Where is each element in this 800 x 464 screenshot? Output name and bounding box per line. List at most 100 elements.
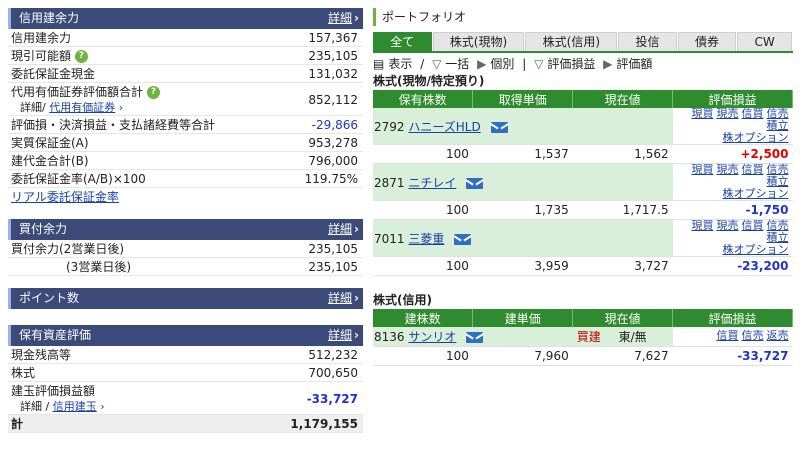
credit-row: 代用有価証券評価額合計? 詳細/ 代用有価証券 › 852,112 [8, 83, 363, 116]
assets-detail-link[interactable]: 詳細 › [328, 325, 359, 346]
credit-row: 現引可能額? 235,105 [8, 47, 363, 65]
credit-row: 評価損・決済損益・支払諸経費等合計 -29,866 [8, 116, 363, 134]
stock-name-link[interactable]: ニチレイ [408, 176, 456, 190]
action-link[interactable]: 返売 [767, 329, 789, 342]
buying-detail-link[interactable]: 詳細 › [328, 219, 359, 240]
col-header: 取得単価 [472, 90, 574, 108]
stock-name-link[interactable]: 三菱重 [408, 232, 444, 246]
col-header: 現在値 [572, 309, 674, 327]
display-label: 表示 [388, 57, 413, 71]
margin-section-title: 株式(信用) [373, 293, 432, 307]
action-link[interactable]: 信買 [742, 163, 764, 176]
substitute-securities-link[interactable]: 代用有価証券 [49, 101, 115, 114]
action-link[interactable]: 現買 [692, 163, 714, 176]
col-header: 建株数 [373, 309, 474, 327]
action-link[interactable]: 現買 [692, 107, 714, 120]
points-panel-title: ポイント数 [19, 291, 80, 305]
action-link[interactable]: 信買 [717, 329, 739, 342]
credit-row: 委託保証金率(A/B)×100 119.75% [8, 170, 363, 188]
credit-row: 建代金合計(B) 796,000 [8, 152, 363, 170]
position-side: 買建 [576, 329, 601, 344]
credit-row: 委託保証金現金 131,032 [8, 65, 363, 83]
individual-option[interactable]: 個別 [490, 57, 514, 71]
stock-option-link[interactable]: 株オプション [723, 187, 789, 200]
margin-holdings-table: 建株数 建単価 現在値 評価損益 8136 サンリオ 買建 東/無 信買 信売 返売 [373, 309, 793, 366]
assets-row: 建玉評価損益額 詳細 / 信用建玉 › -33,727 [8, 382, 363, 415]
assets-panel-title: 保有資産評価 [19, 328, 92, 342]
assets-panel-header: 保有資産評価 詳細 › [8, 325, 363, 346]
buying-panel-title: 買付余力 [19, 222, 68, 236]
stock-code: 8136 [374, 329, 405, 344]
action-link[interactable]: 信売 [742, 329, 764, 342]
stock-code: 7011 [374, 231, 405, 246]
portfolio-column: ポートフォリオ 全て 株式(現物) 株式(信用) 投信 債券 CW ▤ 表示 / … [373, 8, 793, 366]
stock-name-link[interactable]: サンリオ [408, 330, 456, 344]
action-link[interactable]: 信買 [742, 107, 764, 120]
tab-bonds[interactable]: 債券 [677, 32, 737, 51]
buying-row: (3営業日後) 235,105 [8, 258, 363, 276]
stock-name-link[interactable]: ハニーズHLD [408, 120, 480, 134]
points-panel-header: ポイント数 詳細 › [8, 288, 363, 309]
triangle-right-icon: ▶ [477, 57, 487, 71]
tab-stock-margin[interactable]: 株式(信用) [525, 32, 618, 51]
table-row: 100 3,959 3,727 -23,200 [373, 256, 793, 276]
credit-panel-header: 信用建余力 詳細 › [8, 8, 363, 29]
assets-total-row: 計 1,179,155 [8, 415, 363, 433]
col-header: 評価損益 [672, 309, 793, 327]
chevron-right-icon: › [354, 328, 359, 342]
table-row: 8136 サンリオ 買建 東/無 信買 信売 返売 [373, 327, 793, 347]
chevron-right-icon: › [354, 11, 359, 25]
eval-pl-option[interactable]: 評価損益 [547, 57, 595, 71]
portfolio-tabs: 全て 株式(現物) 株式(信用) 投信 債券 CW [373, 32, 793, 51]
col-header: 建単価 [472, 309, 574, 327]
tab-funds[interactable]: 投信 [618, 32, 677, 51]
margin-positions-link[interactable]: 信用建玉 [53, 400, 97, 413]
chevron-right-icon: › [354, 291, 359, 305]
action-link[interactable]: 現売 [717, 219, 739, 232]
col-header: 保有株数 [373, 90, 474, 108]
cash-section-title: 株式(現物/特定預り) [373, 74, 485, 88]
buying-row: 買付余力(2営業日後) 235,105 [8, 240, 363, 258]
help-icon[interactable]: ? [147, 86, 161, 99]
mail-icon[interactable] [490, 121, 508, 133]
action-link[interactable]: 信買 [742, 219, 764, 232]
stock-code: 2792 [374, 119, 405, 134]
bulk-option[interactable]: 一括 [445, 57, 469, 71]
eval-amount-option[interactable]: 評価額 [616, 57, 652, 71]
tab-stock-cash[interactable]: 株式(現物) [432, 32, 525, 51]
cash-holdings-table: 保有株数 取得単価 現在値 評価損益 2792 ハニーズHLD 現買 現売 信買 信売… [373, 90, 793, 276]
mail-icon[interactable] [466, 177, 484, 189]
tab-cw[interactable]: CW [737, 32, 793, 51]
action-link[interactable]: 現売 [717, 163, 739, 176]
credit-row: 実質保証金(A) 953,278 [8, 134, 363, 152]
points-detail-link[interactable]: 詳細 › [328, 288, 359, 309]
chevron-right-icon: › [115, 101, 124, 114]
real-margin-ratio-link[interactable]: リアル委託保証金率 [11, 188, 119, 206]
triangle-down-icon: ▽ [534, 57, 544, 71]
chevron-right-icon: › [96, 400, 105, 413]
assets-row: 株式 700,650 [8, 364, 363, 382]
assets-row: 現金残高等 512,232 [8, 346, 363, 364]
mail-icon[interactable] [454, 233, 472, 245]
portfolio-title: ポートフォリオ [373, 8, 793, 26]
credit-row: 信用建余力 157,367 [8, 29, 363, 47]
stock-option-link[interactable]: 株オプション [723, 131, 789, 144]
tab-all[interactable]: 全て [373, 32, 432, 51]
help-icon[interactable]: ? [75, 50, 89, 63]
col-header: 現在値 [572, 90, 674, 108]
table-row: 100 7,960 7,627 -33,727 [373, 346, 793, 366]
chevron-right-icon: › [354, 222, 359, 236]
credit-panel-title: 信用建余力 [19, 11, 80, 25]
real-margin-ratio-row: リアル委託保証金率 [8, 188, 363, 206]
credit-detail-link[interactable]: 詳細 › [328, 8, 359, 29]
action-link[interactable]: 現買 [692, 219, 714, 232]
buying-panel-header: 買付余力 詳細 › [8, 219, 363, 240]
display-controls: ▤ 表示 / ▽ 一括 ▶ 個別 | ▽ 評価損益 ▶ 評価額 [373, 57, 653, 71]
table-row: 100 1,735 1,717.5 -1,750 [373, 200, 793, 220]
action-link[interactable]: 現売 [717, 107, 739, 120]
table-row: 2871 ニチレイ 現買 現売 信買 信売積立 株オプション [373, 163, 793, 201]
table-row: 2792 ハニーズHLD 現買 現売 信買 信売積立 株オプション [373, 108, 793, 145]
stock-option-link[interactable]: 株オプション [723, 243, 789, 256]
mail-icon[interactable] [466, 331, 484, 343]
triangle-down-icon: ▽ [432, 57, 442, 71]
